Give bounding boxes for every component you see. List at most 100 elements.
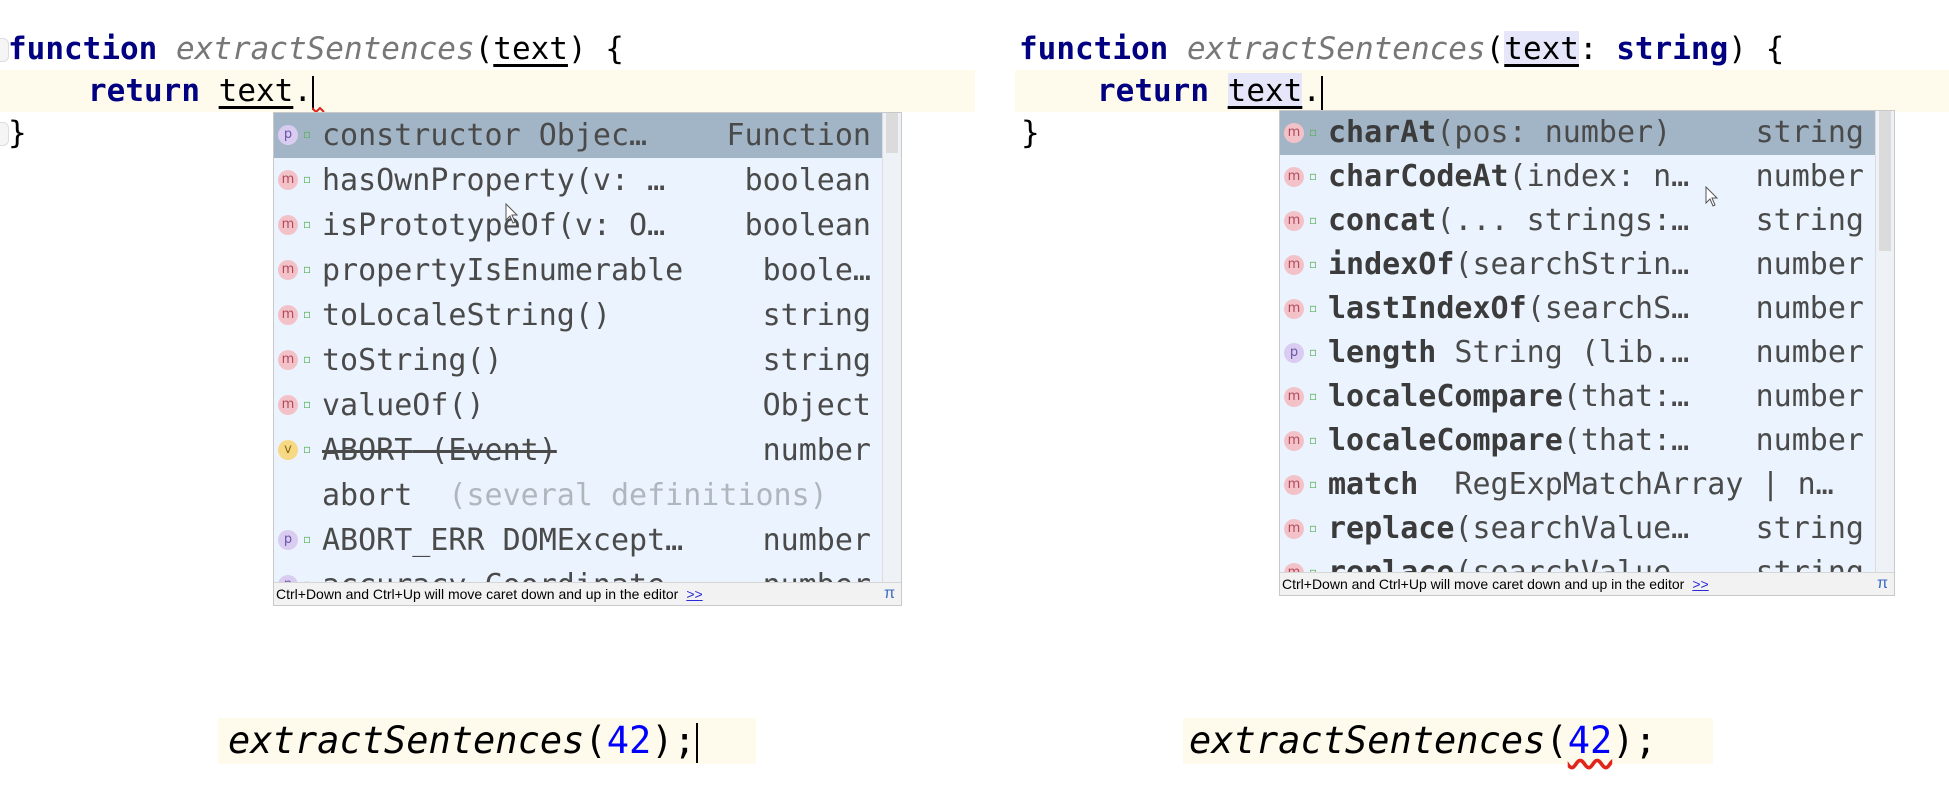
completion-item-signature: () (448, 388, 485, 423)
completion-item-label: localeCompare(that:… (1328, 379, 1689, 414)
public-visibility-icon: ▫ (1309, 301, 1318, 315)
code-line-return[interactable]: return text. (0, 70, 975, 114)
footer-hint: Ctrl+Down and Ctrl+Up will move caret do… (276, 586, 679, 602)
number-literal: 42 (606, 719, 652, 762)
code-line-function-declaration[interactable]: function extractSentences(text: string) … (1015, 28, 1949, 70)
completion-popup[interactable]: m ▫ charAt(pos: number) string m ▫ charCodeAt(… (1279, 110, 1895, 596)
code-line-call[interactable]: extractSentences(42); (218, 718, 756, 764)
number-literal-error: 42 (1567, 719, 1613, 762)
completion-item[interactable]: m ▫ propertyIsEnumerable boole… (274, 248, 883, 293)
completion-list[interactable]: p ▫ constructor Objec… Function m ▫ hasOwnProp… (274, 113, 883, 583)
code-line-return[interactable]: return text. (1015, 70, 1949, 112)
completion-item-signature: (several definitions) (412, 478, 828, 513)
completion-item-type: Function (726, 118, 872, 153)
completion-item[interactable]: m ▫ hasOwnProperty(v: … boolean (274, 158, 883, 203)
fold-marker-icon[interactable] (0, 122, 9, 146)
completion-item-signature: Coordinate… (467, 568, 684, 583)
method-icon: m (1284, 299, 1304, 319)
scrollbar-thumb[interactable] (1879, 111, 1891, 251)
public-visibility-icon: ▫ (303, 352, 312, 366)
completion-item-signature: () (574, 298, 611, 333)
completion-item-type: string (1755, 511, 1864, 546)
identifier-text: text (218, 73, 294, 109)
closing-brace: } (8, 115, 27, 151)
completion-popup[interactable]: p ▫ constructor Objec… Function m ▫ hasOwnProp… (273, 112, 902, 606)
pi-icon[interactable]: π (1877, 573, 1888, 595)
completion-item[interactable]: m ▫ toString() string (274, 338, 883, 383)
method-icon: m (278, 305, 298, 325)
editor-typescript[interactable]: function extractSentences(text: string) … (1015, 0, 1949, 804)
code-line-function-declaration[interactable]: function extractSentences(text) { (0, 28, 975, 70)
completion-item-type: number (1755, 335, 1864, 370)
property-icon: p (1284, 343, 1304, 363)
editor-javascript[interactable]: function extractSentences(text) { return… (0, 0, 975, 804)
completion-item[interactable]: p ▫ constructor Objec… Function (274, 113, 883, 158)
dot: . (293, 73, 312, 109)
footer-hint: Ctrl+Down and Ctrl+Up will move caret do… (1282, 576, 1685, 592)
method-icon: m (278, 170, 298, 190)
more-link[interactable]: >> (1692, 576, 1708, 592)
completion-item[interactable]: p ▫ ABORT_ERR DOMExcept… number (274, 518, 883, 563)
completion-item[interactable]: m ▫ isPrototypeOf(v: O… boolean (274, 203, 883, 248)
completion-item[interactable]: v ▫ ABORT (Event) number (274, 428, 883, 473)
property-icon: p (278, 530, 298, 550)
completion-item-name: localeCompare (1328, 423, 1563, 458)
completion-item[interactable]: m ▫ valueOf() Object (274, 383, 883, 428)
completion-item-type: boole… (762, 253, 871, 288)
completion-item-signature: (... strings:… (1436, 203, 1690, 238)
completion-item[interactable]: m ▫ toLocaleString() string (274, 293, 883, 338)
completion-item[interactable]: m ▫ charAt(pos: number) string (1280, 111, 1876, 155)
text-caret (695, 722, 698, 763)
completion-item-label: lastIndexOf(searchS… (1328, 291, 1689, 326)
more-link[interactable]: >> (686, 586, 702, 602)
completion-item[interactable]: m ▫ replace(searchValue… string (1280, 551, 1876, 573)
completion-item-type: number (762, 523, 871, 558)
completion-item-signature: String (lib.… (1436, 335, 1690, 370)
completion-item-signature: (v: O… (556, 208, 666, 243)
completion-item-label: toLocaleString() (322, 298, 611, 333)
completion-item-name: charAt (1328, 115, 1437, 150)
completion-list[interactable]: m ▫ charAt(pos: number) string m ▫ charCodeAt(… (1280, 111, 1876, 573)
completion-item-label: concat(... strings:… (1328, 203, 1689, 238)
completion-item-label: charCodeAt(index: n… (1328, 159, 1689, 194)
completion-item[interactable]: m ▫ charCodeAt(index: n… number (1280, 155, 1876, 199)
completion-item[interactable]: m ▫ match RegExpMatchArray | n… (1280, 463, 1876, 507)
completion-item[interactable]: m ▫ lastIndexOf(searchS… number (1280, 287, 1876, 331)
completion-item-label: charAt(pos: number) (1328, 115, 1671, 150)
completion-item-type: boolean (744, 163, 871, 198)
function-name: extractSentences (1186, 31, 1486, 67)
completion-item-signature: () (466, 343, 503, 378)
method-icon: m (1284, 431, 1304, 451)
property-icon: p (278, 125, 298, 145)
public-visibility-icon: ▫ (303, 217, 312, 231)
completion-item[interactable]: p ▫ length String (lib.… number (1280, 331, 1876, 375)
public-visibility-icon: ▫ (303, 397, 312, 411)
completion-item-signature: (searchS… (1526, 291, 1690, 326)
completion-item-name: constructor (322, 118, 521, 153)
open-paren: ( (1545, 719, 1568, 762)
dot: . (1302, 73, 1321, 109)
completion-item-signature: (Event) (412, 433, 557, 468)
completion-item[interactable]: m ▫ replace(searchValue… string (1280, 507, 1876, 551)
method-icon: m (1284, 519, 1304, 539)
error-squiggle-icon (311, 102, 328, 114)
completion-item-name: propertyIsEnumerable (322, 253, 684, 288)
completion-item[interactable]: abort (several definitions) (274, 473, 883, 518)
pi-icon[interactable]: π (884, 583, 895, 605)
completion-item[interactable]: m ▫ indexOf(searchStrin… number (1280, 243, 1876, 287)
completion-item[interactable]: p▫accuracy Coordinate…number (274, 563, 883, 583)
scrollbar[interactable] (1875, 111, 1894, 573)
code-line-call[interactable]: extractSentences(42); (1183, 718, 1713, 764)
scrollbar-thumb[interactable] (886, 113, 898, 153)
scrollbar[interactable] (882, 113, 901, 583)
keyword-return: return (88, 73, 200, 109)
mouse-cursor-icon (1705, 186, 1719, 207)
completion-item-name: replace (1328, 555, 1455, 573)
completion-item-type: Object (762, 388, 871, 423)
fold-marker-icon[interactable] (0, 38, 9, 62)
completion-item[interactable]: m ▫ localeCompare(that:… number (1280, 375, 1876, 419)
completion-item[interactable]: m ▫ concat(... strings:… string (1280, 199, 1876, 243)
open-paren: ( (584, 719, 607, 762)
completion-item[interactable]: m ▫ localeCompare(that:… number (1280, 419, 1876, 463)
completion-item-name: ABORT (322, 433, 413, 468)
